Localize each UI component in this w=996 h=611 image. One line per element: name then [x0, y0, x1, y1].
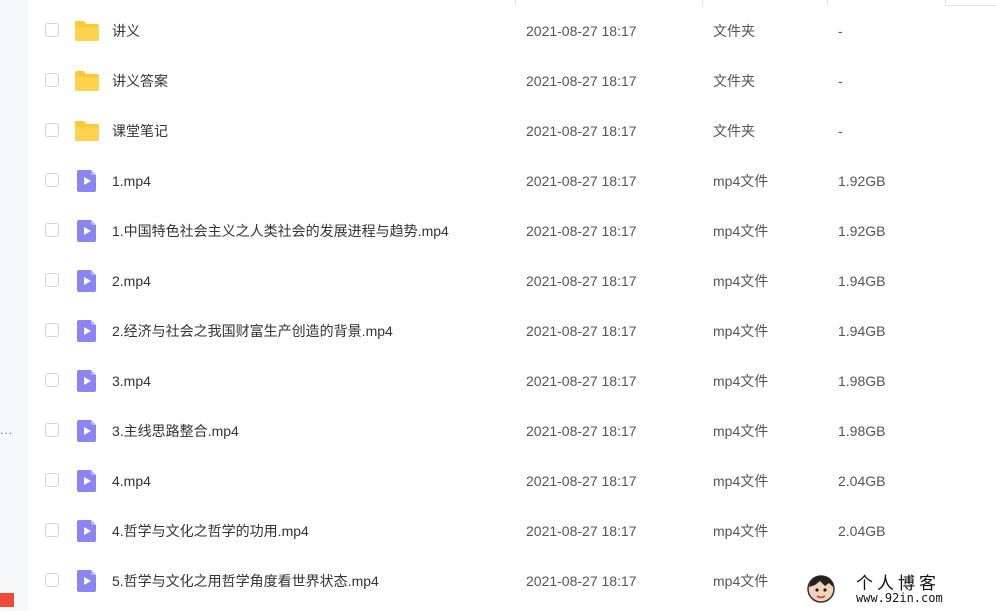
file-row[interactable]: 3.mp4 2021-08-27 18:17 mp4文件 1.98GB: [28, 356, 996, 406]
video-file-icon: [74, 169, 100, 193]
video-file-icon: [74, 569, 100, 593]
video-file-icon: [74, 319, 100, 343]
file-size: 1.92GB: [838, 173, 886, 189]
file-size: 1.98GB: [838, 373, 886, 389]
file-row[interactable]: 讲义答案 2021-08-27 18:17 文件夹 -: [28, 56, 996, 106]
file-type: mp4文件: [713, 173, 769, 189]
file-type: mp4文件: [713, 473, 769, 489]
file-name[interactable]: 讲义: [112, 6, 140, 56]
folder-icon: [74, 19, 100, 43]
video-file-icon: [74, 219, 100, 243]
video-file-icon: [74, 519, 100, 543]
sidebar-red-marker: [0, 593, 14, 607]
row-checkbox[interactable]: [45, 123, 59, 137]
file-date: 2021-08-27 18:17: [526, 223, 637, 239]
file-type: mp4文件: [713, 523, 769, 539]
file-row[interactable]: 2.经济与社会之我国财富生产创造的背景.mp4 2021-08-27 18:17 m…: [28, 306, 996, 356]
row-checkbox[interactable]: [45, 223, 59, 237]
file-type: mp4文件: [713, 373, 769, 389]
file-date: 2021-08-27 18:17: [526, 73, 637, 89]
file-row[interactable]: 1.mp4 2021-08-27 18:17 mp4文件 1.92GB: [28, 156, 996, 206]
file-name[interactable]: 4.mp4: [112, 456, 151, 506]
row-checkbox[interactable]: [45, 23, 59, 37]
file-date: 2021-08-27 18:17: [526, 523, 637, 539]
file-row[interactable]: 课堂笔记 2021-08-27 18:17 文件夹 -: [28, 106, 996, 156]
file-date: 2021-08-27 18:17: [526, 23, 637, 39]
file-name[interactable]: 3.mp4: [112, 356, 151, 406]
file-size: 2.04GB: [838, 473, 886, 489]
avatar-icon: [807, 575, 835, 603]
row-checkbox[interactable]: [45, 373, 59, 387]
file-size: 1.94GB: [838, 273, 886, 289]
file-date: 2021-08-27 18:17: [526, 323, 637, 339]
file-date: 2021-08-27 18:17: [526, 423, 637, 439]
row-checkbox[interactable]: [45, 523, 59, 537]
file-name[interactable]: 1.中国特色社会主义之人类社会的发展进程与趋势.mp4: [112, 206, 449, 256]
file-type: mp4文件: [713, 273, 769, 289]
file-type: mp4文件: [713, 323, 769, 339]
folder-icon: [74, 69, 100, 93]
file-name[interactable]: 课堂笔记: [112, 106, 168, 156]
file-type: mp4文件: [713, 423, 769, 439]
file-type: 文件夹: [713, 23, 755, 39]
file-type: 文件夹: [713, 73, 755, 89]
file-size: 1.94GB: [838, 323, 886, 339]
file-type: mp4文件: [713, 223, 769, 239]
file-date: 2021-08-27 18:17: [526, 573, 637, 589]
file-row[interactable]: 2.mp4 2021-08-27 18:17 mp4文件 1.94GB: [28, 256, 996, 306]
file-size: 2.04GB: [838, 523, 886, 539]
row-checkbox[interactable]: [45, 573, 59, 587]
file-type: mp4文件: [713, 573, 769, 589]
row-checkbox[interactable]: [45, 273, 59, 287]
file-size: 1.92GB: [838, 223, 886, 239]
row-checkbox[interactable]: [45, 323, 59, 337]
file-name[interactable]: 5.哲学与文化之用哲学角度看世界状态.mp4: [112, 556, 379, 606]
file-date: 2021-08-27 18:17: [526, 173, 637, 189]
file-row[interactable]: 4.mp4 2021-08-27 18:17 mp4文件 2.04GB: [28, 456, 996, 506]
file-date: 2021-08-27 18:17: [526, 373, 637, 389]
folder-icon: [74, 119, 100, 143]
file-size: -: [838, 73, 843, 89]
file-date: 2021-08-27 18:17: [526, 273, 637, 289]
file-size: -: [838, 123, 843, 139]
file-date: 2021-08-27 18:17: [526, 123, 637, 139]
video-file-icon: [74, 419, 100, 443]
file-size: 1.98GB: [838, 423, 886, 439]
file-row[interactable]: 讲义 2021-08-27 18:17 文件夹 -: [28, 6, 996, 56]
row-checkbox[interactable]: [45, 423, 59, 437]
watermark: 个人博客 www.92in.com: [800, 567, 996, 611]
file-name[interactable]: 讲义答案: [112, 56, 168, 106]
file-name[interactable]: 2.mp4: [112, 256, 151, 306]
file-row[interactable]: 4.哲学与文化之哲学的功用.mp4 2021-08-27 18:17 mp4文件 2.…: [28, 506, 996, 556]
video-file-icon: [74, 269, 100, 293]
file-date: 2021-08-27 18:17: [526, 473, 637, 489]
row-checkbox[interactable]: [45, 73, 59, 87]
watermark-url: www.92in.com: [856, 591, 943, 605]
left-sidebar: [0, 0, 28, 611]
file-type: 文件夹: [713, 123, 755, 139]
file-name[interactable]: 3.主线思路整合.mp4: [112, 406, 239, 456]
file-row[interactable]: 1.中国特色社会主义之人类社会的发展进程与趋势.mp4 2021-08-27 18…: [28, 206, 996, 256]
file-name[interactable]: 4.哲学与文化之哲学的功用.mp4: [112, 506, 309, 556]
row-checkbox[interactable]: [45, 473, 59, 487]
file-name[interactable]: 2.经济与社会之我国财富生产创造的背景.mp4: [112, 306, 393, 356]
file-list: 讲义 2021-08-27 18:17 文件夹 - 讲义答案 2021-08-27 18:…: [28, 6, 996, 606]
row-checkbox[interactable]: [45, 173, 59, 187]
file-row[interactable]: 3.主线思路整合.mp4 2021-08-27 18:17 mp4文件 1.98GB: [28, 406, 996, 456]
video-file-icon: [74, 369, 100, 393]
video-file-icon: [74, 469, 100, 493]
file-size: -: [838, 23, 843, 39]
sidebar-overflow-text[interactable]: ...: [0, 423, 13, 437]
file-name[interactable]: 1.mp4: [112, 156, 151, 206]
